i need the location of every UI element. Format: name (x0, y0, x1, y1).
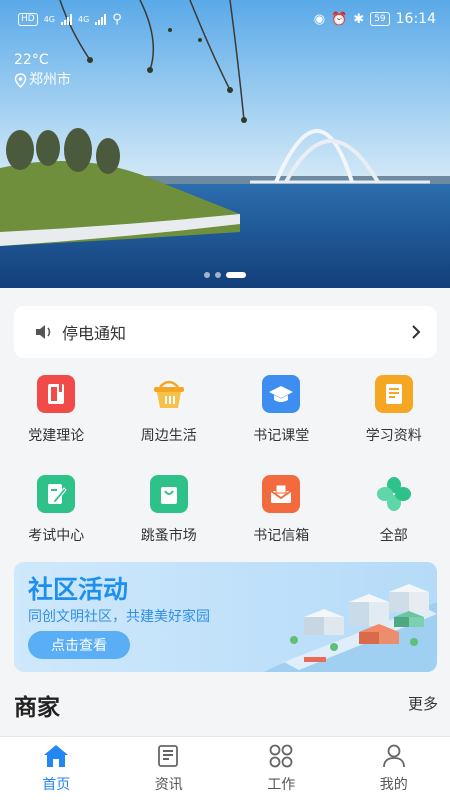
document-icon (374, 375, 413, 413)
weather-widget: 22°C 郑州市 (14, 50, 71, 90)
tab-label: 我的 (379, 777, 408, 793)
grid-item-flea-market[interactable]: 跳蚤市场 (113, 465, 226, 565)
banner-subtitle: 同创文明社区，共建美好家园 (28, 609, 210, 625)
community-activity-banner[interactable]: 社区活动 同创文明社区，共建美好家园 点击查看 (14, 562, 437, 672)
grid-label: 全部 (379, 528, 408, 544)
temperature: 22°C (14, 52, 49, 68)
notice-text: 停电通知 (62, 324, 127, 343)
hero-banner[interactable]: HD 4G 4G ⚲ ◉ ⏰ ✱ 59 16:14 22°C 郑州市 (0, 0, 450, 288)
grid-item-secretary-class[interactable]: 书记课堂 (225, 365, 338, 465)
status-bar: HD 4G 4G ⚲ ◉ ⏰ ✱ 59 16:14 (0, 0, 450, 38)
city-name: 郑州市 (29, 72, 71, 88)
chevron-right-icon (412, 325, 421, 339)
location-pin-icon (14, 72, 27, 88)
carousel-indicator (204, 272, 246, 278)
hero-photo (0, 0, 450, 288)
bottom-tab-bar: 首页 资讯 工作 我的 (0, 736, 450, 800)
location: 郑州市 (14, 70, 71, 90)
clock: 16:14 (395, 11, 436, 27)
bluetooth-icon: ✱ (353, 11, 365, 27)
eye-icon: ◉ (313, 11, 326, 27)
signal-icon (61, 13, 72, 25)
grid-label: 考试中心 (28, 528, 85, 544)
network-4g-label-2: 4G (78, 14, 90, 24)
tab-label: 首页 (42, 777, 71, 793)
status-right: ◉ ⏰ ✱ 59 16:14 (314, 11, 436, 27)
shopping-bag-icon (149, 475, 188, 513)
grid-item-exam-center[interactable]: 考试中心 (0, 465, 113, 565)
grid-item-nearby-life[interactable]: 周边生活 (113, 365, 226, 465)
grid-item-study-material[interactable]: 学习资料 (338, 365, 450, 465)
graduation-cap-icon (262, 375, 301, 413)
grid-item-secretary-mailbox[interactable]: 书记信箱 (225, 465, 338, 565)
view-button[interactable]: 点击查看 (28, 631, 130, 659)
carousel-dot[interactable] (204, 272, 210, 278)
status-left: HD 4G 4G ⚲ (18, 12, 122, 27)
news-icon (157, 745, 178, 767)
notice-bar[interactable]: 停电通知 (14, 306, 437, 358)
all-icon (375, 475, 413, 513)
signal-icon-2 (95, 13, 107, 25)
grid-item-party-theory[interactable]: 党建理论 (0, 365, 113, 465)
grid-label: 党建理论 (28, 428, 85, 444)
tab-news[interactable]: 资讯 (113, 737, 226, 800)
grid-item-all[interactable]: 全部 (338, 465, 450, 565)
speaker-icon (36, 325, 51, 339)
network-4g-label: 4G (43, 14, 55, 24)
grid-label: 书记课堂 (253, 428, 310, 444)
city-illustration (264, 584, 437, 672)
basket-icon (150, 375, 188, 413)
tab-mine[interactable]: 我的 (338, 737, 450, 800)
merchant-more-link[interactable]: 更多 (408, 693, 438, 714)
tab-work[interactable]: 工作 (225, 737, 338, 800)
banner-title: 社区活动 (28, 575, 129, 604)
grid-label: 书记信箱 (253, 528, 310, 544)
feature-grid: 党建理论 周边生活 书记课堂 学习资料 考试中心 跳蚤市场 书记信箱 全部 (0, 365, 450, 565)
merchant-section-title: 商家 (14, 695, 60, 721)
book-icon (37, 375, 76, 413)
battery-icon: 59 (370, 12, 390, 26)
user-icon (382, 744, 405, 768)
apps-icon (269, 744, 293, 768)
tab-label: 资讯 (154, 777, 183, 793)
mailbox-icon (262, 475, 301, 513)
alarm-icon: ⏰ (331, 11, 348, 27)
hd-badge: HD (18, 12, 38, 26)
usb-icon: ⚲ (112, 11, 122, 27)
exam-pen-icon (37, 475, 76, 513)
tab-label: 工作 (267, 777, 296, 793)
carousel-dot-active[interactable] (226, 272, 246, 278)
grid-label: 跳蚤市场 (140, 528, 197, 544)
carousel-dot[interactable] (215, 272, 221, 278)
tab-home[interactable]: 首页 (0, 737, 113, 800)
grid-label: 学习资料 (365, 428, 422, 444)
grid-label: 周边生活 (140, 428, 197, 444)
home-icon (44, 745, 69, 767)
